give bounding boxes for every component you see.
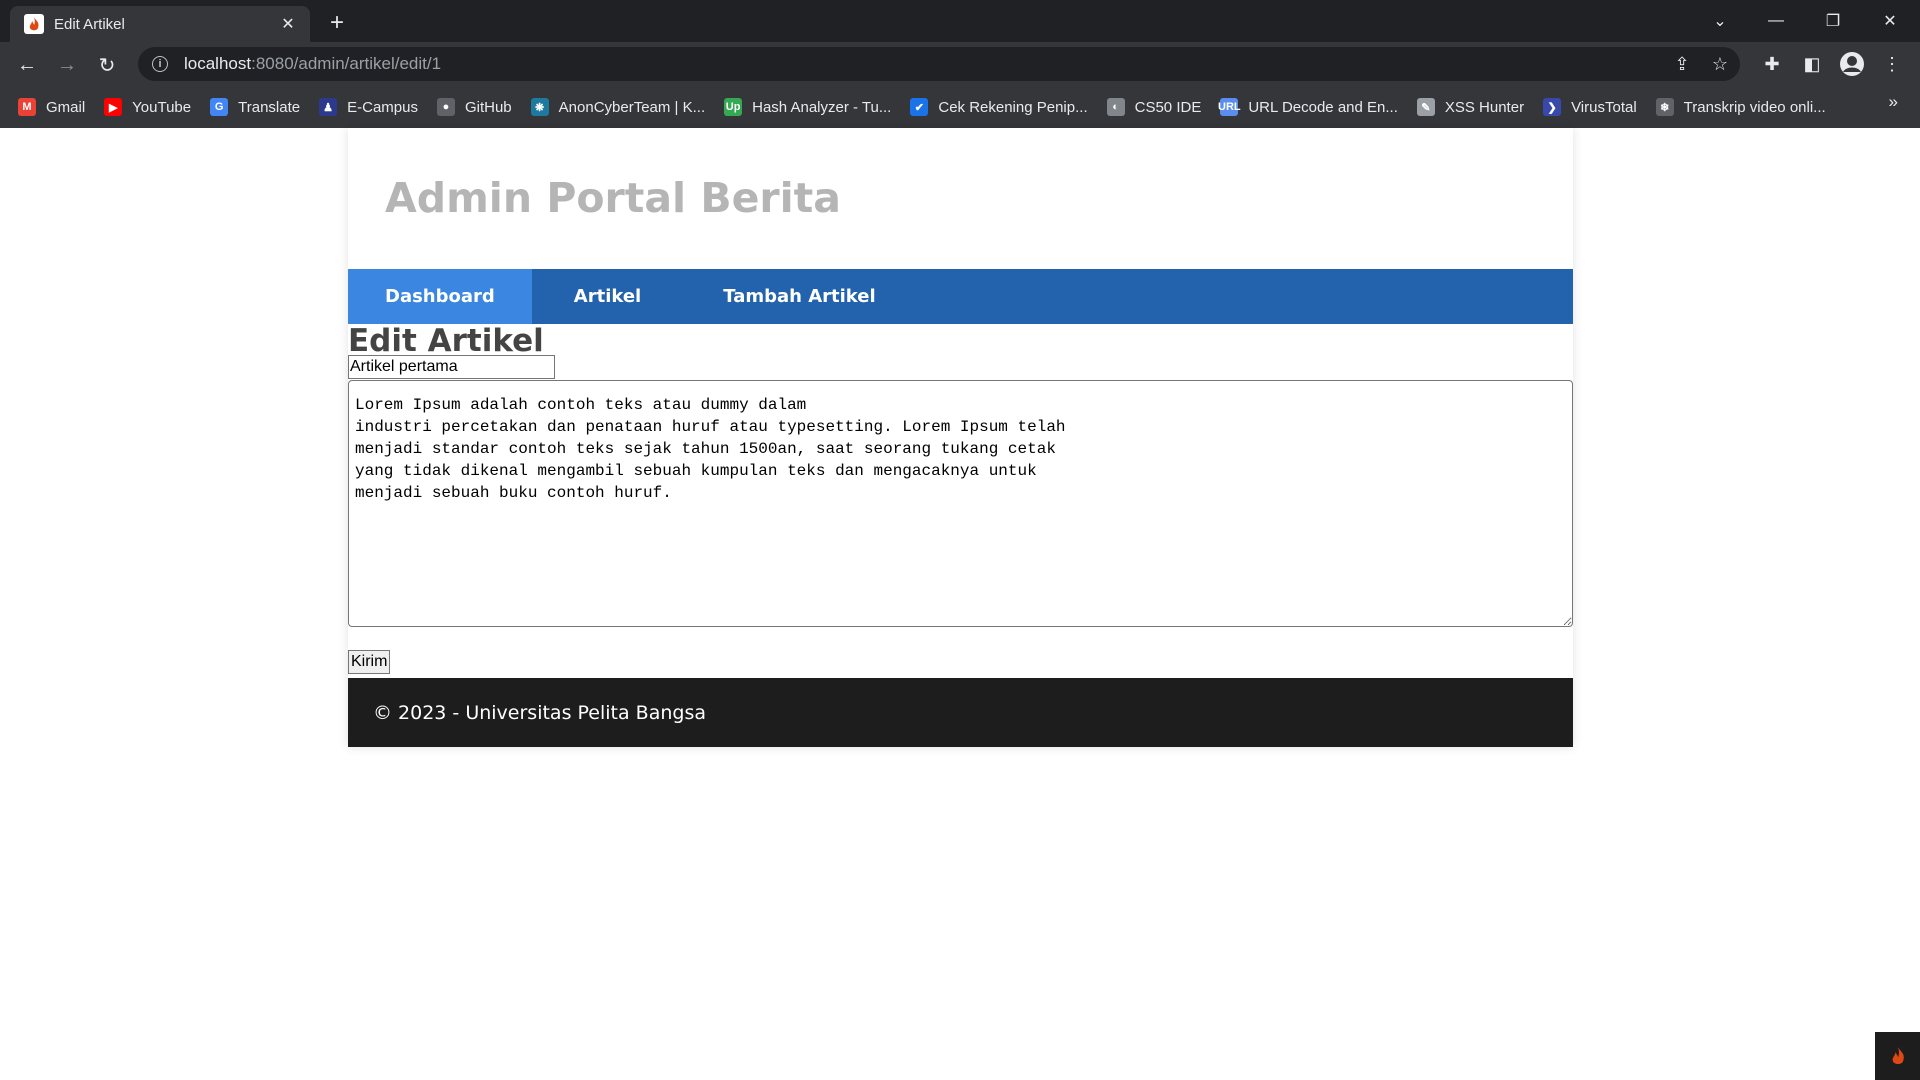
browser-toolbar: ← → ↻ i localhost:8080/admin/artikel/edi… bbox=[0, 42, 1920, 86]
site-title: Admin Portal Berita bbox=[385, 174, 841, 222]
submit-button[interactable]: Kirim bbox=[348, 650, 391, 674]
browser-menu-icon[interactable]: ⋮ bbox=[1878, 50, 1906, 78]
address-bar[interactable]: i localhost:8080/admin/artikel/edit/1 ⇪ … bbox=[138, 47, 1740, 81]
url-text: localhost:8080/admin/artikel/edit/1 bbox=[184, 54, 442, 73]
codeigniter-favicon-icon bbox=[24, 14, 44, 34]
bookmark-item[interactable]: M Gmail bbox=[18, 92, 85, 122]
footer-copyright: © 2023 - Universitas Pelita Bangsa bbox=[373, 701, 706, 724]
bookmark-label: CS50 IDE bbox=[1134, 98, 1202, 116]
bookmark-label: VirusTotal bbox=[1571, 98, 1637, 116]
bookmark-star-icon[interactable]: ☆ bbox=[1706, 50, 1734, 78]
ecampus-icon: ♟ bbox=[319, 98, 338, 116]
bookmark-label: XSS Hunter bbox=[1444, 98, 1525, 116]
bookmark-label: YouTube bbox=[132, 98, 192, 116]
new-tab-plus-icon[interactable]: + bbox=[322, 8, 352, 38]
bookmark-item[interactable]: ❄ Transkrip video onli... bbox=[1655, 92, 1826, 122]
cs50-icon: ◐ bbox=[1106, 98, 1125, 116]
gmail-icon: M bbox=[18, 98, 36, 116]
minimize-icon[interactable]: — bbox=[1756, 6, 1796, 36]
site-container: Admin Portal Berita Dashboard Artikel Ta… bbox=[348, 128, 1573, 747]
bookmarks-bar: M Gmail ▶ YouTube G Translate ♟ E-Campus ● GitHub… bbox=[0, 86, 1920, 128]
back-arrow-icon[interactable]: ← bbox=[12, 50, 42, 80]
bookmark-item[interactable]: ♟ E-Campus bbox=[319, 92, 418, 122]
page-heading: Edit Artikel bbox=[348, 323, 544, 359]
bookmark-item[interactable]: URL URL Decode and En... bbox=[1218, 92, 1398, 122]
site-footer: © 2023 - Universitas Pelita Bangsa bbox=[348, 678, 1573, 747]
bookmark-item[interactable]: Up Hash Analyzer - Tu... bbox=[724, 92, 891, 122]
more-bookmarks-icon[interactable]: » bbox=[1889, 92, 1898, 112]
tab-title: Edit Artikel bbox=[54, 15, 125, 33]
bookmark-item[interactable]: ◐ CS50 IDE bbox=[1106, 92, 1202, 122]
nav-artikel[interactable]: Artikel bbox=[532, 269, 683, 324]
xss-hunter-icon: ✎ bbox=[1416, 98, 1435, 116]
bookmark-label: Translate bbox=[238, 98, 301, 116]
virustotal-icon: ❯ bbox=[1543, 98, 1562, 116]
bookmark-item[interactable]: ● GitHub bbox=[436, 92, 512, 122]
reload-icon[interactable]: ↻ bbox=[92, 50, 122, 80]
page-viewport: Admin Portal Berita Dashboard Artikel Ta… bbox=[0, 128, 1920, 1080]
youtube-icon: ▶ bbox=[104, 98, 123, 116]
tab-search-chevron-icon[interactable]: ⌄ bbox=[1700, 6, 1740, 36]
main-nav: Dashboard Artikel Tambah Artikel bbox=[348, 269, 1573, 324]
bookmark-label: GitHub bbox=[464, 98, 512, 116]
extensions-puzzle-icon[interactable]: ✚ bbox=[1758, 50, 1786, 78]
bookmark-label: Gmail bbox=[46, 98, 86, 116]
bookmark-item[interactable]: ▶ YouTube bbox=[104, 92, 191, 122]
transkrip-icon: ❄ bbox=[1655, 98, 1674, 116]
profile-avatar-icon[interactable] bbox=[1838, 50, 1866, 78]
hash-analyzer-icon: Up bbox=[724, 98, 743, 116]
bookmark-label: E-Campus bbox=[347, 98, 418, 116]
site-info-icon[interactable]: i bbox=[152, 56, 168, 72]
nav-tambah-artikel[interactable]: Tambah Artikel bbox=[683, 269, 917, 324]
github-icon: ● bbox=[436, 98, 455, 116]
bookmark-label: AnonCyberTeam | K... bbox=[558, 98, 706, 116]
side-panel-icon[interactable]: ◧ bbox=[1798, 50, 1826, 78]
bookmark-item[interactable]: ✔ Cek Rekening Penip... bbox=[910, 92, 1088, 122]
site-header: Admin Portal Berita bbox=[348, 128, 1573, 269]
article-title-input[interactable] bbox=[348, 355, 555, 379]
forward-arrow-icon[interactable]: → bbox=[52, 50, 82, 80]
debug-toolbar-flame-icon[interactable] bbox=[1875, 1032, 1920, 1080]
browser-tab[interactable]: Edit Artikel ✕ bbox=[10, 6, 310, 42]
browser-tab-strip: Edit Artikel ✕ + ⌄ — ❐ ✕ bbox=[0, 0, 1920, 42]
nav-dashboard[interactable]: Dashboard bbox=[348, 269, 532, 324]
bookmark-label: Transkrip video onli... bbox=[1683, 98, 1826, 116]
url-decode-icon: URL bbox=[1218, 98, 1241, 116]
bookmark-label: Cek Rekening Penip... bbox=[938, 98, 1088, 116]
share-icon[interactable]: ⇪ bbox=[1668, 50, 1696, 78]
bookmark-label: URL Decode and En... bbox=[1248, 98, 1398, 116]
cek-rekening-icon: ✔ bbox=[910, 98, 929, 116]
edit-article-form: Edit Artikel Lorem Ipsum adalah contoh t… bbox=[348, 323, 1573, 678]
translate-icon: G bbox=[210, 98, 229, 116]
restore-icon[interactable]: ❐ bbox=[1813, 6, 1853, 36]
article-body-textarea[interactable]: Lorem Ipsum adalah contoh teks atau dumm… bbox=[348, 380, 1573, 627]
bookmark-label: Hash Analyzer - Tu... bbox=[752, 98, 892, 116]
bookmark-item[interactable]: ✎ XSS Hunter bbox=[1416, 92, 1525, 122]
tab-close-icon[interactable]: ✕ bbox=[276, 12, 300, 36]
close-window-icon[interactable]: ✕ bbox=[1870, 6, 1910, 36]
bookmark-item[interactable]: ❋ AnonCyberTeam | K... bbox=[530, 92, 706, 122]
bookmark-item[interactable]: ❯ VirusTotal bbox=[1543, 92, 1637, 122]
anoncyberteam-icon: ❋ bbox=[530, 98, 549, 116]
bookmark-item[interactable]: G Translate bbox=[210, 92, 300, 122]
